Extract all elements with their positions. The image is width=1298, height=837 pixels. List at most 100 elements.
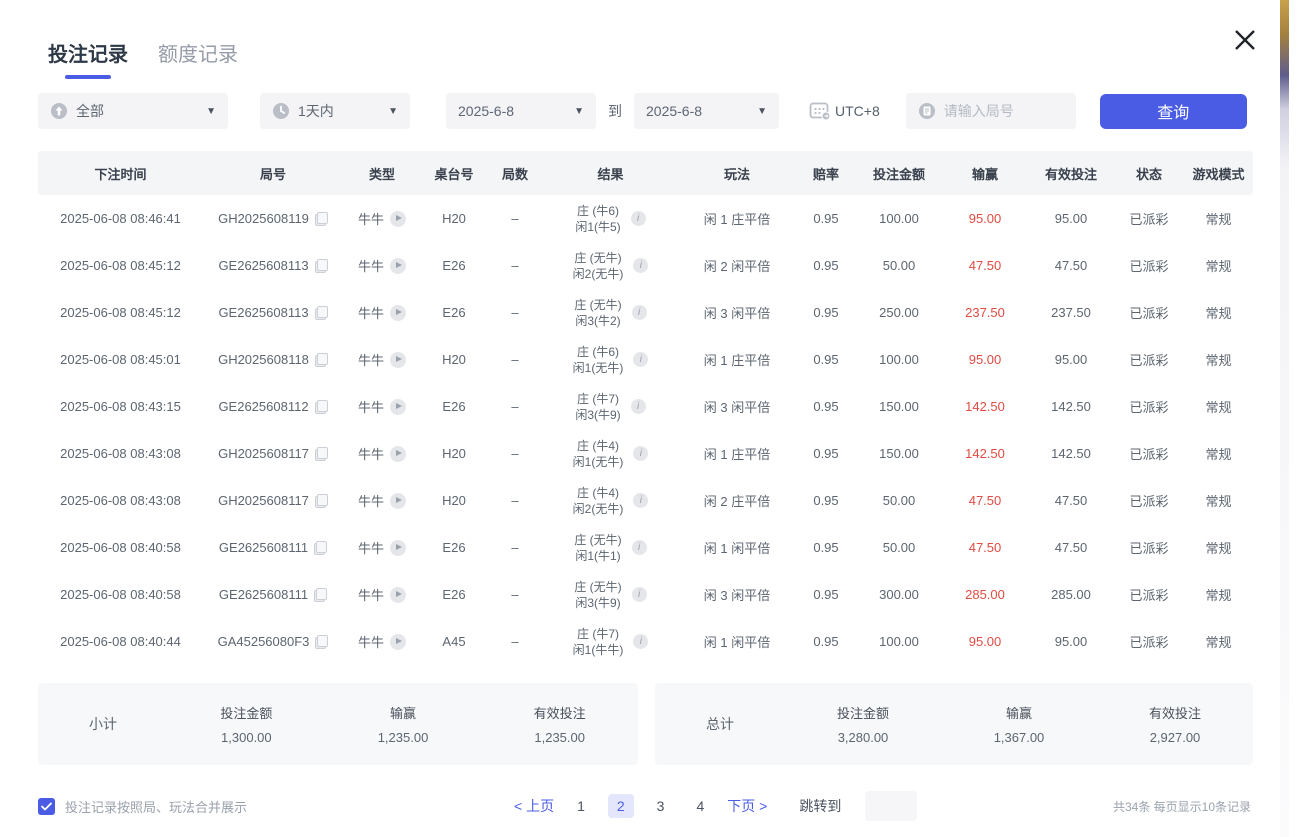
page-button-1[interactable]: 1 [568, 794, 594, 818]
bet-amount-cell: 100.00 [856, 618, 942, 665]
result-cell: 庄 (无牛) 闲3(牛2) i [543, 289, 678, 336]
next-page-button[interactable]: 下页 > [727, 796, 767, 816]
chevron-down-icon: ▼ [757, 106, 767, 117]
timezone-control[interactable]: UTC+8 [809, 101, 880, 121]
rounds-cell: – [487, 571, 543, 618]
play-icon[interactable] [390, 634, 406, 650]
result-banker: 庄 (牛7) [575, 391, 620, 407]
table-row: 2025-06-08 08:46:41 GH2025608119 牛牛 H20 … [38, 195, 1253, 242]
play-icon[interactable] [390, 587, 406, 603]
type-value: 牛牛 [358, 303, 384, 322]
type-value: 牛牛 [358, 256, 384, 275]
bet-amount-cell: 50.00 [856, 477, 942, 524]
round-no-value: GH2025608117 [218, 493, 309, 508]
result-banker: 庄 (牛7) [573, 626, 624, 642]
category-dropdown[interactable]: 全部 ▼ [38, 93, 228, 129]
play-icon[interactable] [390, 305, 406, 321]
result-cell: 庄 (牛6) 闲1(无牛) i [543, 336, 678, 383]
date-to-picker[interactable]: 2025-6-8 ▼ [634, 93, 779, 129]
result-player: 闲3(牛2) [574, 313, 621, 329]
round-no-cell: GH2025608117 [203, 477, 343, 524]
round-no-cell: GH2025608118 [203, 336, 343, 383]
result-player: 闲1(牛5) [575, 219, 620, 235]
copy-icon[interactable] [315, 494, 328, 508]
col-bet-amount: 投注金额 [856, 151, 942, 195]
table-row: 2025-06-08 08:45:12 GE2625608113 牛牛 E26 … [38, 289, 1253, 336]
tab-quota-records[interactable]: 额度记录 [158, 38, 238, 79]
copy-icon[interactable] [315, 306, 328, 320]
tab-bet-records[interactable]: 投注记录 [48, 38, 128, 79]
odds-cell: 0.95 [796, 383, 856, 430]
copy-icon[interactable] [315, 259, 328, 273]
time-range-dropdown[interactable]: 1天内 ▼ [260, 93, 410, 129]
result-banker: 庄 (无牛) [574, 532, 621, 548]
copy-icon[interactable] [314, 588, 327, 602]
rounds-cell: – [487, 477, 543, 524]
type-cell: 牛牛 [343, 242, 421, 289]
play-icon[interactable] [390, 493, 406, 509]
subtotal-amount-value: 1,300.00 [168, 730, 325, 745]
result-player: 闲1(牛1) [574, 548, 621, 564]
page-button-4[interactable]: 4 [687, 794, 713, 818]
info-icon[interactable]: i [632, 305, 647, 320]
odds-cell: 0.95 [796, 618, 856, 665]
bet-amount-cell: 50.00 [856, 242, 942, 289]
copy-icon[interactable] [314, 541, 327, 555]
table-no-cell: E26 [421, 242, 487, 289]
page-button-3[interactable]: 3 [648, 794, 674, 818]
info-icon[interactable]: i [631, 399, 646, 414]
valid-bet-cell: 142.50 [1028, 430, 1114, 477]
type-cell: 牛牛 [343, 336, 421, 383]
copy-icon[interactable] [315, 635, 328, 649]
play-icon[interactable] [390, 540, 406, 556]
type-cell: 牛牛 [343, 430, 421, 477]
info-icon[interactable]: i [633, 352, 648, 367]
page-button-2[interactable]: 2 [608, 794, 634, 818]
bet-time-cell: 2025-06-08 08:43:08 [38, 477, 203, 524]
play-icon[interactable] [390, 446, 406, 462]
col-winloss: 输赢 [942, 151, 1028, 195]
info-icon[interactable]: i [633, 634, 648, 649]
winloss-cell: 142.50 [942, 383, 1028, 430]
copy-icon[interactable] [315, 400, 328, 414]
result-cell: 庄 (牛6) 闲1(牛5) i [543, 195, 678, 242]
copy-icon[interactable] [315, 212, 328, 226]
play-cell: 闲 3 闲平倍 [678, 571, 796, 618]
table-row: 2025-06-08 08:40:58 GE2625608111 牛牛 E26 … [38, 524, 1253, 571]
merge-checkbox[interactable] [38, 798, 55, 815]
bet-amount-cell: 150.00 [856, 430, 942, 477]
play-icon[interactable] [390, 352, 406, 368]
play-icon[interactable] [390, 258, 406, 274]
copy-icon[interactable] [315, 353, 328, 367]
tab-bar: 投注记录 额度记录 [0, 0, 1289, 79]
info-icon[interactable]: i [633, 258, 648, 273]
query-button[interactable]: 查询 [1100, 94, 1247, 129]
play-cell: 闲 3 闲平倍 [678, 289, 796, 336]
info-icon[interactable]: i [633, 493, 648, 508]
play-cell: 闲 1 闲平倍 [678, 524, 796, 571]
copy-icon[interactable] [315, 447, 328, 461]
bet-time-cell: 2025-06-08 08:40:58 [38, 524, 203, 571]
valid-bet-cell: 142.50 [1028, 383, 1114, 430]
info-icon[interactable]: i [632, 587, 647, 602]
winloss-cell: 285.00 [942, 571, 1028, 618]
prev-page-button[interactable]: < 上页 [514, 796, 554, 816]
info-icon[interactable]: i [631, 211, 646, 226]
result-cell: 庄 (牛4) 闲1(无牛) i [543, 430, 678, 477]
play-icon[interactable] [390, 399, 406, 415]
odds-cell: 0.95 [796, 430, 856, 477]
jump-to-input[interactable] [865, 791, 917, 821]
round-number-input[interactable] [944, 103, 1064, 119]
bet-amount-cell: 300.00 [856, 571, 942, 618]
game-mode-cell: 常规 [1184, 289, 1253, 336]
valid-bet-cell: 95.00 [1028, 336, 1114, 383]
subtotal-box: 小计 投注金额 1,300.00 输赢 1,235.00 有效投注 1,235.… [38, 683, 638, 765]
type-value: 牛牛 [358, 538, 384, 557]
valid-bet-cell: 95.00 [1028, 195, 1114, 242]
date-from-picker[interactable]: 2025-6-8 ▼ [446, 93, 596, 129]
valid-bet-cell: 47.50 [1028, 477, 1114, 524]
info-icon[interactable]: i [633, 446, 648, 461]
close-icon[interactable] [1231, 26, 1259, 54]
info-icon[interactable]: i [632, 540, 647, 555]
play-icon[interactable] [390, 211, 406, 227]
